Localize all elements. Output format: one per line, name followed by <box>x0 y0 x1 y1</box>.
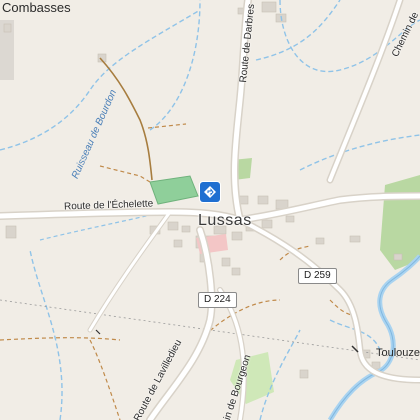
road-shield-d224: D 224 <box>198 292 237 308</box>
land-area <box>0 0 420 420</box>
place-label-lussas: Lussas <box>198 212 252 229</box>
place-label-combasses: Combasses <box>2 0 71 15</box>
road-shield-d259: D 259 <box>298 268 337 284</box>
place-label-toulouze: Toulouze <box>376 347 420 359</box>
tourism-diamond-icon[interactable] <box>200 182 220 202</box>
map-canvas[interactable] <box>0 0 420 420</box>
map-view[interactable]: Combasses Lussas Toulouze Route de Darbr… <box>0 0 420 420</box>
